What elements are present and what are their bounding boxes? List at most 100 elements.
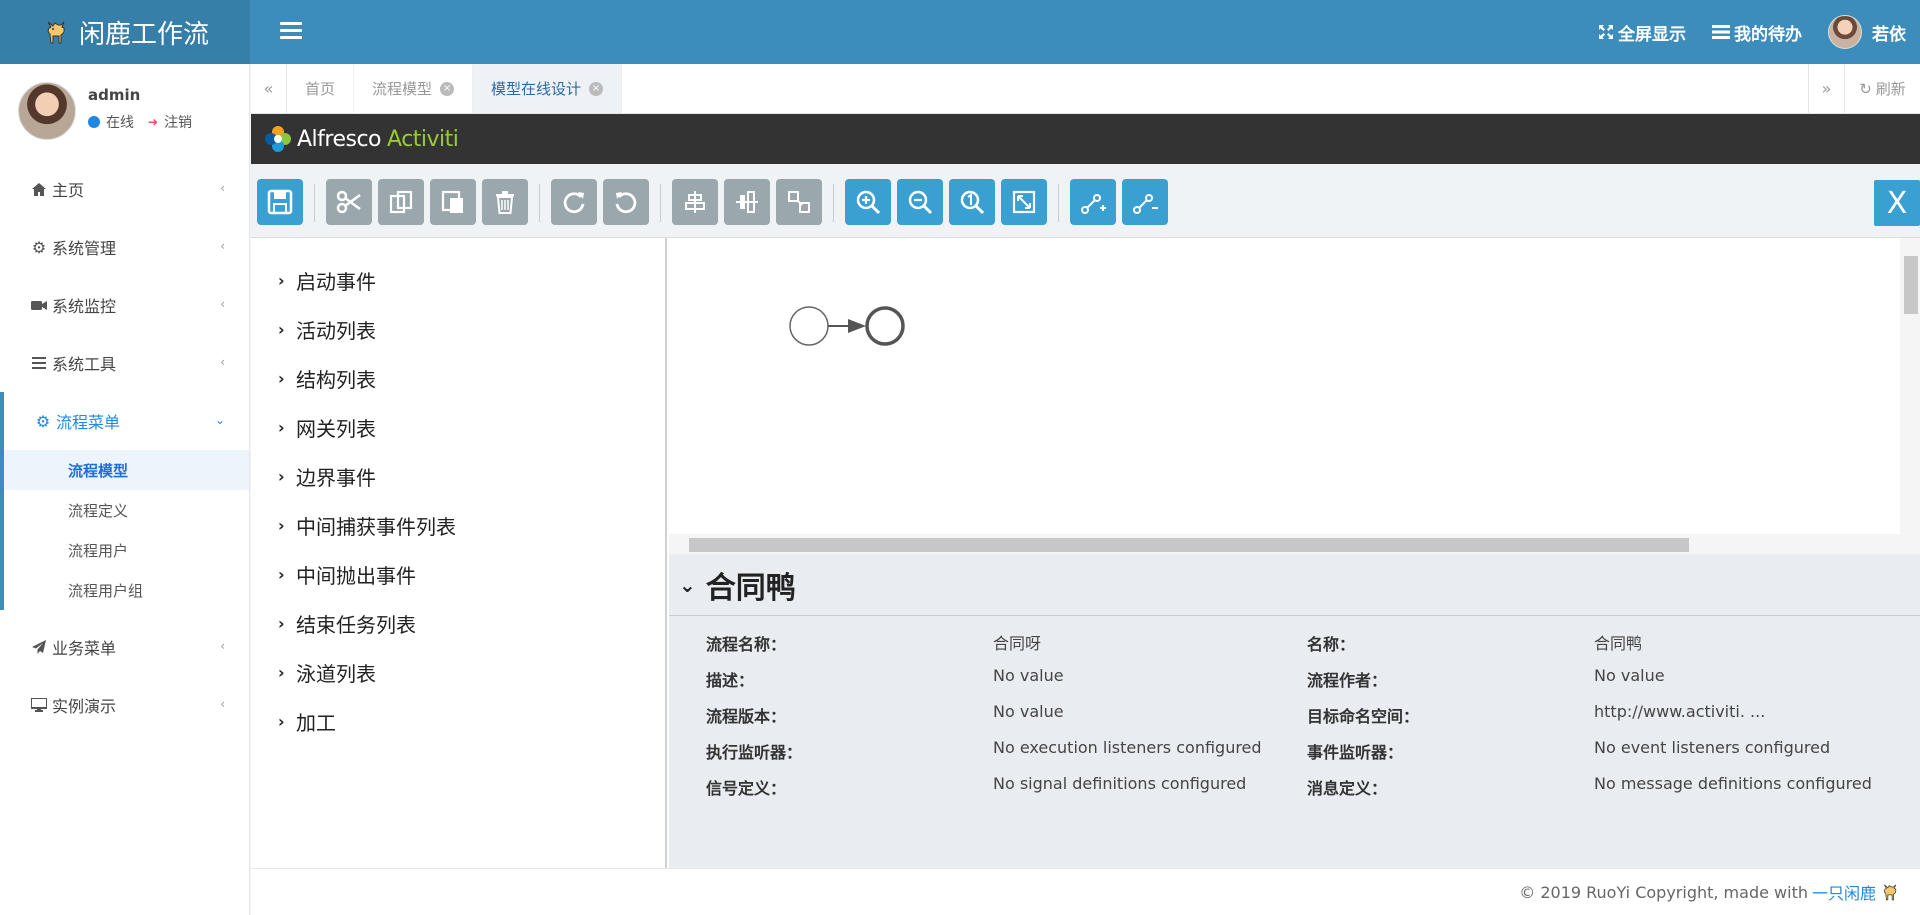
sidebar-toggle-button[interactable] [280, 22, 302, 40]
copy-button[interactable] [378, 179, 424, 225]
sidebar-item-system-management[interactable]: ⚙ 系统管理 ‹ [0, 218, 249, 276]
close-editor-button[interactable]: X [1874, 180, 1920, 226]
copy-icon [389, 190, 413, 214]
author-link[interactable]: 一只闲鹿 [1812, 880, 1876, 904]
palette-group[interactable]: › 活动列表 [251, 305, 665, 354]
close-icon[interactable]: × [440, 81, 455, 96]
avatar [1828, 15, 1862, 49]
same-size-icon [788, 191, 810, 213]
home-icon [30, 182, 48, 196]
user-panel: admin 在线 ➜ 注销 [0, 64, 249, 160]
palette-group[interactable]: › 网关列表 [251, 403, 665, 452]
redo-button[interactable] [551, 179, 597, 225]
diagram-canvas[interactable] [669, 238, 1920, 554]
sidebar-item-system-tools[interactable]: 系统工具 ‹ [0, 334, 249, 392]
tabs-scroll-right-button[interactable]: » [1808, 64, 1844, 113]
logout-link[interactable]: ➜ 注销 [148, 112, 192, 132]
chevron-right-icon: › [278, 516, 285, 535]
palette-group[interactable]: › 加工 [251, 697, 665, 746]
start-event-shape[interactable] [789, 306, 829, 346]
user-menu[interactable]: 若依 [1828, 15, 1906, 49]
scrollbar-thumb[interactable] [1904, 256, 1918, 314]
sidebar-item-system-monitor[interactable]: 系统监控 ‹ [0, 276, 249, 334]
prop-value[interactable]: No signal definitions configured [993, 774, 1246, 793]
prop-value[interactable]: No value [1594, 666, 1665, 685]
cut-button[interactable] [326, 179, 372, 225]
online-dot-icon [88, 116, 100, 128]
zoom-actual-button[interactable] [949, 179, 995, 225]
prop-label: 目标命名空间： [1307, 707, 1420, 726]
prop-label: 事件监听器： [1307, 743, 1404, 762]
tab-model-online-design[interactable]: 模型在线设计 × [473, 64, 623, 113]
prop-value[interactable]: No event listeners configured [1594, 738, 1830, 757]
submenu-item-flow-user-group[interactable]: 流程用户组 [4, 570, 249, 610]
todo-button[interactable]: 我的待办 [1712, 20, 1802, 45]
prop-value[interactable]: 合同鸭 [1594, 630, 1642, 654]
sidebar-item-business-menu[interactable]: 业务菜单 ‹ [0, 618, 249, 676]
expand-icon [1599, 25, 1613, 39]
refresh-icon: ↻ [1859, 79, 1872, 98]
fullscreen-button[interactable]: 全屏显示 [1598, 20, 1686, 45]
palette-group[interactable]: › 泳道列表 [251, 648, 665, 697]
refresh-button[interactable]: ↻ 刷新 [1844, 64, 1920, 113]
palette-group[interactable]: › 结束任务列表 [251, 599, 665, 648]
tab-flow-model[interactable]: 流程模型 × [354, 64, 474, 113]
palette-group[interactable]: › 结构列表 [251, 354, 665, 403]
save-button[interactable] [257, 179, 303, 225]
sidebar-menu-lower: 业务菜单 ‹ 实例演示 ‹ [0, 618, 249, 734]
undo-button[interactable] [603, 179, 649, 225]
sidebar-item-label: 系统工具 [52, 355, 117, 374]
horizontal-scrollbar[interactable] [669, 534, 1920, 554]
same-size-button[interactable] [776, 179, 822, 225]
align-vertical-button[interactable] [724, 179, 770, 225]
tab-home[interactable]: 首页 [287, 64, 355, 113]
properties-header[interactable]: ⌄ 合同鸭 [669, 554, 1920, 616]
zoom-out-button[interactable] [897, 179, 943, 225]
submenu-item-flow-definition[interactable]: 流程定义 [4, 490, 249, 530]
prop-value[interactable]: No execution listeners configured [993, 738, 1262, 757]
toolbar-separator [314, 184, 315, 222]
app-brand[interactable]: 闲鹿工作流 [0, 0, 250, 64]
remove-bendpoint-button[interactable] [1122, 179, 1168, 225]
top-navbar: 闲鹿工作流 全屏显示 我的待办 若依 [0, 0, 1920, 64]
add-bendpoint-button[interactable] [1070, 179, 1116, 225]
paper-plane-icon [30, 640, 48, 654]
prop-value[interactable]: No value [993, 666, 1064, 685]
end-event-shape[interactable] [865, 306, 905, 346]
zoom-fit-button[interactable] [1001, 179, 1047, 225]
scrollbar-thumb[interactable] [689, 538, 1689, 552]
palette-group[interactable]: › 中间抛出事件 [251, 550, 665, 599]
bars-icon [30, 357, 48, 369]
sidebar-item-demo[interactable]: 实例演示 ‹ [0, 676, 249, 734]
sidebar-item-home[interactable]: 主页 ‹ [0, 160, 249, 218]
sidebar-item-flow-menu[interactable]: ⚙ 流程菜单 ⌄ [0, 392, 249, 450]
prop-value[interactable]: 合同呀 [993, 630, 1041, 654]
prop-value[interactable]: No message definitions configured [1594, 774, 1872, 793]
sidebar-menu: 主页 ‹ ⚙ 系统管理 ‹ 系统监控 ‹ 系统工具 ‹ ⚙ 流程菜单 ⌄ [0, 160, 249, 450]
properties-title: 合同鸭 [705, 570, 796, 606]
brand-word-activiti: Activiti [387, 126, 459, 152]
shape-palette: › 启动事件 › 活动列表 › 结构列表 › 网关列表 › 边界事件 › 中间捕获事件列表 … [251, 238, 667, 868]
palette-group[interactable]: › 中间捕获事件列表 [251, 501, 665, 550]
zoom-in-button[interactable] [845, 179, 891, 225]
align-horizontal-button[interactable] [672, 179, 718, 225]
close-icon[interactable]: × [589, 81, 604, 96]
prop-value[interactable]: http://www.activiti. ... [1594, 702, 1765, 721]
submenu-item-flow-model[interactable]: 流程模型 [4, 450, 249, 490]
palette-group[interactable]: › 启动事件 [251, 256, 665, 305]
paste-button[interactable] [430, 179, 476, 225]
delete-button[interactable] [482, 179, 528, 225]
palette-group-label: 网关列表 [296, 417, 376, 441]
tabs-scroll-left-button[interactable]: « [251, 64, 287, 113]
palette-group[interactable]: › 边界事件 [251, 452, 665, 501]
align-horizontal-icon [685, 191, 705, 213]
vertical-scrollbar[interactable] [1900, 238, 1920, 534]
submenu-item-flow-user[interactable]: 流程用户 [4, 530, 249, 570]
sign-out-icon: ➜ [148, 115, 159, 129]
undo-icon [615, 192, 637, 214]
chevron-right-icon: › [278, 614, 285, 633]
prop-label: 描述： [706, 671, 755, 690]
delete-icon [496, 191, 514, 214]
video-camera-icon [30, 300, 48, 311]
prop-value[interactable]: No value [993, 702, 1064, 721]
